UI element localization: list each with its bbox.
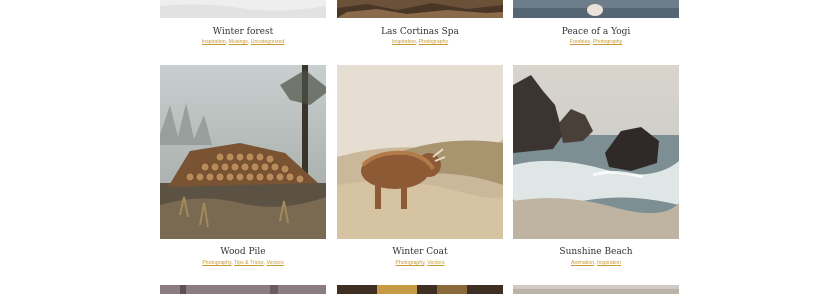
category-link[interactable]: Photography xyxy=(202,260,231,266)
post-categories: Animation, Inspiration xyxy=(571,260,621,266)
category-link[interactable]: Vectors xyxy=(427,260,444,266)
category-link[interactable]: Uncategorized xyxy=(251,39,284,45)
post-thumbnail[interactable] xyxy=(337,285,503,294)
category-link[interactable]: Photography xyxy=(593,39,622,45)
post-thumbnail[interactable] xyxy=(160,0,326,18)
post-thumbnail[interactable] xyxy=(160,65,326,239)
post-title[interactable]: Winter forest xyxy=(160,27,326,37)
post-title[interactable]: Wood Pile xyxy=(160,247,326,257)
post-title[interactable]: Winter Coat xyxy=(337,247,503,257)
post-categories: Freebies, Photography xyxy=(569,39,623,45)
post-title[interactable]: Peace of a Yogi xyxy=(513,27,679,37)
category-link[interactable]: Photography xyxy=(419,39,448,45)
category-link[interactable]: Freebies xyxy=(570,39,590,45)
post-thumbnail[interactable] xyxy=(513,285,679,294)
post-thumbnail[interactable] xyxy=(513,65,679,239)
post-categories: Photography, Vectors xyxy=(395,260,445,266)
category-link[interactable]: Animation xyxy=(571,260,594,266)
category-link[interactable]: Vectors xyxy=(266,260,283,266)
post-categories: Inspiration, Photography xyxy=(391,39,449,45)
category-link[interactable]: Inspiration xyxy=(202,39,226,45)
category-link[interactable]: Inspiration xyxy=(597,260,621,266)
post-thumbnail[interactable] xyxy=(513,0,679,18)
post-categories: Inspiration, Musings, Uncategorized xyxy=(201,39,285,45)
category-link[interactable]: Musings xyxy=(229,39,248,45)
post-title[interactable]: Las Cortinas Spa xyxy=(337,27,503,37)
post-thumbnail[interactable] xyxy=(337,65,503,239)
post-title[interactable]: Sunshine Beach xyxy=(513,247,679,257)
category-link[interactable]: Photography xyxy=(395,260,424,266)
post-categories: Photography, Tips & Tricks, Vectors xyxy=(202,260,284,266)
category-link[interactable]: Inspiration xyxy=(392,39,416,45)
post-thumbnail[interactable] xyxy=(337,0,503,18)
post-thumbnail[interactable] xyxy=(160,285,326,294)
category-link[interactable]: Tips & Tricks xyxy=(234,260,264,266)
